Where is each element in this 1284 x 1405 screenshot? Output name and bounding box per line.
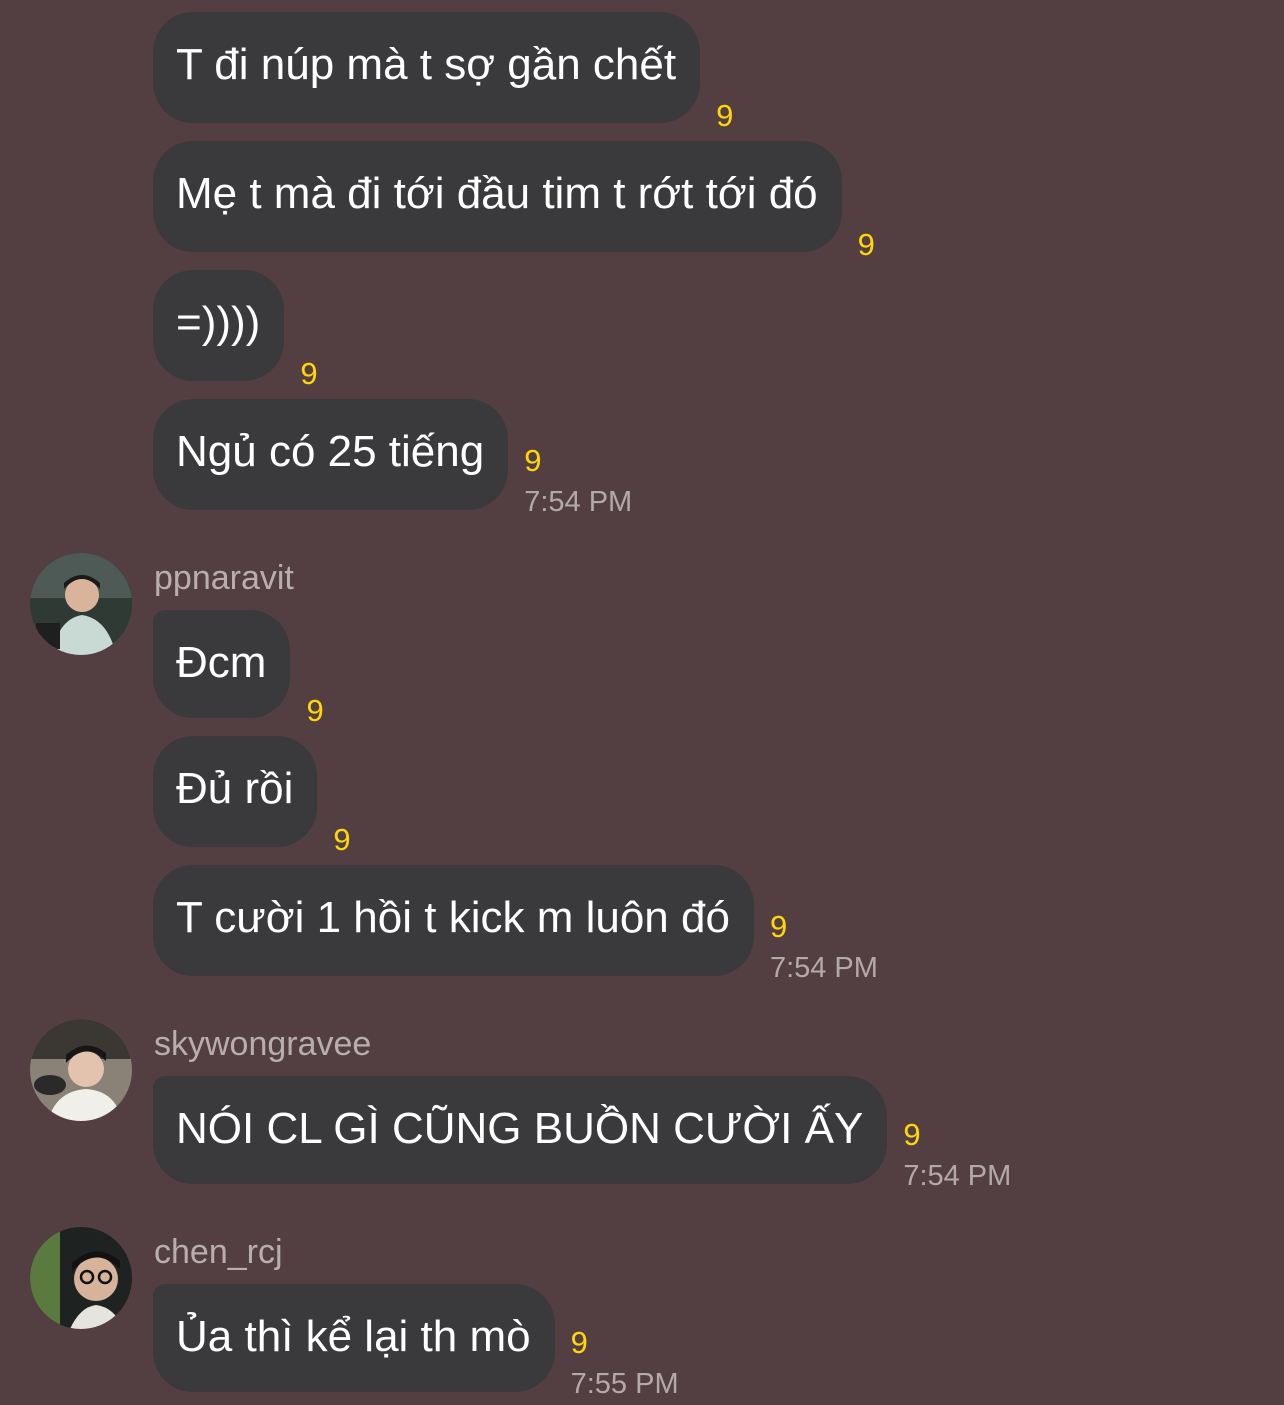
- message-meta: 9 7:54 PM: [524, 444, 632, 520]
- avatar-photo: [30, 1227, 132, 1329]
- message-meta: 9: [716, 99, 733, 133]
- message-meta: 9: [858, 228, 875, 262]
- message-meta: 9: [300, 357, 317, 391]
- message-bubble[interactable]: NÓI CL GÌ CŨNG BUỒN CƯỜI ẤY: [153, 1076, 888, 1184]
- message-row: Ủa thì kể lại th mò 9 7:55 PM: [153, 1284, 679, 1400]
- message-meta: 9: [306, 694, 323, 728]
- message-text: T cười 1 hồi t kick m luôn đó: [176, 893, 730, 942]
- message-row: Đcm 9: [153, 610, 324, 728]
- message-bubble[interactable]: Ủa thì kể lại th mò: [153, 1284, 555, 1392]
- message-text: Đủ rồi: [176, 764, 294, 813]
- message-bubble[interactable]: T đi núp mà t sợ gần chết: [153, 12, 701, 123]
- message-text: Ủa thì kể lại th mò: [176, 1312, 531, 1361]
- message-bubble[interactable]: =)))): [153, 270, 285, 381]
- message-text: Đcm: [176, 638, 267, 687]
- message-row: Ngủ có 25 tiếng 9 7:54 PM: [153, 399, 632, 518]
- message-text: Mẹ t mà đi tới đầu tim t rớt tới đó: [176, 169, 818, 218]
- message-timestamp: 7:55 PM: [570, 1368, 679, 1400]
- avatar-chen-rcj[interactable]: [30, 1227, 132, 1329]
- avatar-photo: [30, 1019, 132, 1121]
- read-count: 9: [769, 909, 788, 944]
- message-timestamp: 7:54 PM: [769, 952, 878, 984]
- avatar-ppnaravit[interactable]: [30, 553, 132, 655]
- avatar-photo: [30, 553, 132, 655]
- avatar-skywongravee[interactable]: [30, 1019, 132, 1121]
- message-row: =)))) 9: [153, 270, 318, 391]
- message-text: Ngủ có 25 tiếng: [176, 427, 485, 476]
- message-bubble[interactable]: T cười 1 hồi t kick m luôn đó: [153, 865, 754, 976]
- read-count: 9: [333, 822, 351, 857]
- message-meta: 9 7:54 PM: [903, 1118, 1011, 1194]
- message-meta: 9 7:54 PM: [770, 910, 878, 986]
- read-count: 9: [524, 443, 542, 478]
- message-row: NÓI CL GÌ CŨNG BUỒN CƯỜI ẤY 9 7:54 PM: [153, 1076, 1011, 1192]
- read-count: 9: [300, 356, 318, 391]
- message-meta: 9: [333, 823, 350, 857]
- message-text: NÓI CL GÌ CŨNG BUỒN CƯỜI ẤY: [176, 1104, 864, 1153]
- chat-thread: T đi núp mà t sợ gần chết 9 Mẹ t mà đi t…: [0, 0, 1284, 1405]
- message-row: Mẹ t mà đi tới đầu tim t rớt tới đó 9: [153, 141, 875, 262]
- message-row: Đủ rồi 9: [153, 736, 351, 857]
- sender-name: ppnaravit: [154, 559, 294, 597]
- message-bubble[interactable]: Đcm: [153, 610, 291, 718]
- message-meta: 9 7:55 PM: [571, 1326, 679, 1402]
- message-bubble[interactable]: Ngủ có 25 tiếng: [153, 399, 509, 510]
- read-count: 9: [903, 1117, 921, 1152]
- message-row: T đi núp mà t sợ gần chết 9: [153, 12, 733, 133]
- message-timestamp: 7:54 PM: [524, 486, 633, 518]
- read-count: 9: [716, 98, 734, 133]
- read-count: 9: [857, 227, 875, 262]
- sender-name: skywongravee: [154, 1025, 372, 1063]
- message-row: T cười 1 hồi t kick m luôn đó 9 7:54 PM: [153, 865, 878, 984]
- message-timestamp: 7:54 PM: [903, 1160, 1012, 1192]
- message-text: =)))): [176, 298, 261, 347]
- read-count: 9: [306, 693, 324, 728]
- message-bubble[interactable]: Mẹ t mà đi tới đầu tim t rớt tới đó: [153, 141, 842, 252]
- sender-name: chen_rcj: [154, 1233, 283, 1271]
- message-text: T đi núp mà t sợ gần chết: [176, 40, 677, 89]
- message-bubble[interactable]: Đủ rồi: [153, 736, 318, 847]
- read-count: 9: [570, 1325, 588, 1360]
